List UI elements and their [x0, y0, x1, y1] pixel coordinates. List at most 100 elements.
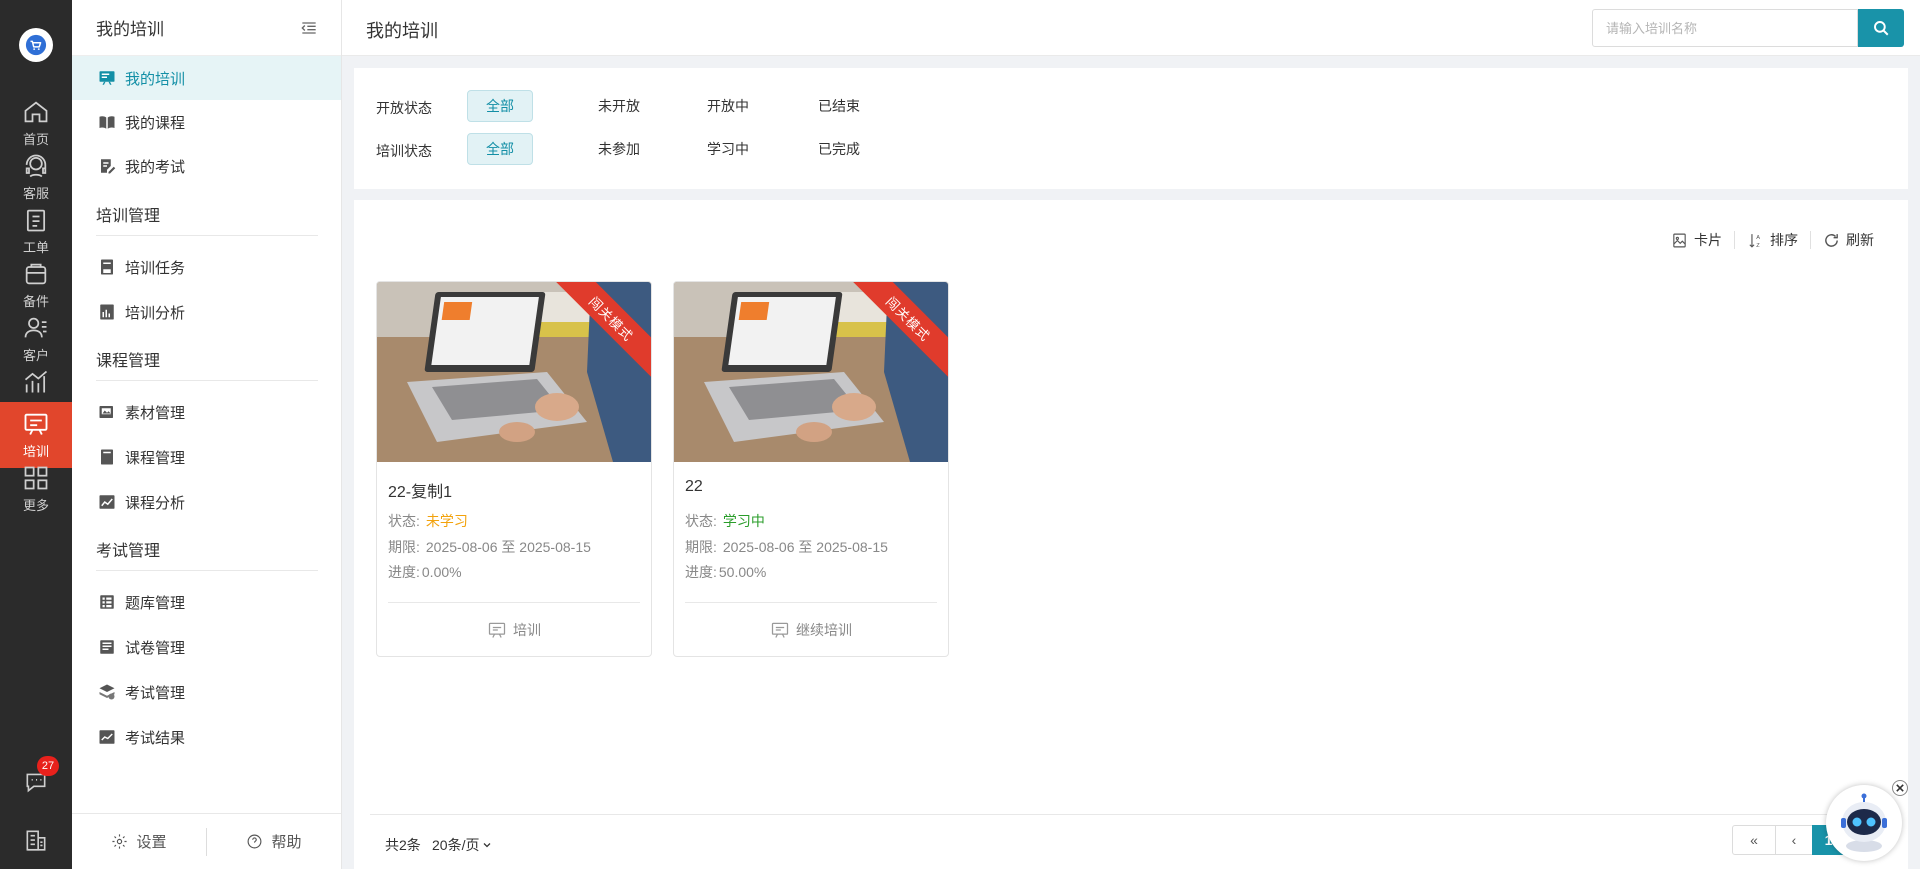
sidebar-item-my-training[interactable]: 我的培训 [72, 56, 341, 100]
sidebar-item-exam-mgmt[interactable]: 考试管理 [72, 670, 341, 714]
training-progress-line: 进度: 0.00% [388, 562, 462, 582]
sidebar-item-label: 素材管理 [125, 404, 186, 422]
toolbar-divider [1810, 231, 1811, 249]
training-card[interactable]: 闯关模式 22-复制1 状态: 未学习 期限: 2025-08-06 至 2025-… [376, 281, 652, 657]
ai-assistant-button[interactable] [1826, 785, 1902, 861]
image-icon [1673, 233, 1686, 247]
period-value: 2025-08-06 至 2025-08-15 [425, 539, 591, 555]
filter-open-not-open[interactable]: 未开放 [596, 90, 642, 122]
progress-value: 50.00% [718, 564, 767, 580]
first-page-button[interactable]: « [1732, 825, 1776, 855]
period-label: 期限: [685, 539, 717, 555]
presentation-icon [771, 622, 789, 638]
settings-label: 设置 [136, 834, 167, 851]
collapse-menu-icon[interactable] [299, 18, 319, 38]
gear-icon [112, 834, 128, 849]
search-input[interactable] [1592, 9, 1858, 47]
refresh-label: 刷新 [1846, 232, 1874, 248]
svg-text:A: A [1756, 235, 1760, 241]
refresh-button[interactable]: 刷新 [1815, 230, 1882, 250]
start-training-button[interactable]: 培训 [377, 615, 651, 645]
total-count: 共2条 [385, 837, 421, 853]
sidebar-item-training-analysis[interactable]: 培训分析 [72, 290, 341, 334]
action-label: 培训 [513, 622, 541, 638]
progress-value: 0.00% [421, 564, 462, 580]
filter-train-all[interactable]: 全部 [467, 133, 533, 165]
training-title: 22-复制1 [388, 484, 453, 501]
rail-messages-button[interactable]: 27 [0, 756, 72, 802]
sidebar-item-label: 考试结果 [125, 729, 186, 747]
sidebar-title: 我的培训 [96, 20, 164, 39]
search-button[interactable] [1858, 9, 1904, 47]
rail-item-more[interactable]: 更多 [0, 456, 72, 522]
progress-label: 进度: [685, 564, 717, 580]
period-value: 2025-08-06 至 2025-08-15 [722, 539, 888, 555]
training-status-line: 状态: 学习中 [685, 511, 765, 531]
bar-chart-icon [24, 370, 48, 393]
box-icon [25, 263, 47, 285]
sidebar-item-label: 我的考试 [125, 158, 186, 176]
page-title: 我的培训 [366, 21, 438, 41]
trend-chart-icon [99, 495, 115, 509]
sidebar-item-paper-mgmt[interactable]: 试卷管理 [72, 625, 341, 669]
training-card[interactable]: 闯关模式 22 状态: 学习中 期限: 2025-08-06 至 2025-08-1… [673, 281, 949, 657]
main-nav-rail: 首页 客服 工单 备件 客户 报表 培训 更多 27 [0, 0, 72, 869]
close-icon [1896, 784, 1904, 792]
sidebar-item-course-analysis[interactable]: 课程分析 [72, 480, 341, 524]
training-progress-line: 进度: 50.00% [685, 562, 766, 582]
svg-text:Z: Z [1756, 242, 1760, 248]
chevron-down-icon [484, 843, 491, 848]
card-view-button[interactable]: 卡片 [1663, 230, 1730, 250]
sidebar-item-label: 试卷管理 [125, 639, 186, 657]
sidebar-item-exam-results[interactable]: 考试结果 [72, 715, 341, 759]
exam-edit-icon [101, 159, 116, 174]
refresh-icon [1825, 233, 1838, 247]
training-status-line: 状态: 未学习 [388, 511, 468, 531]
analysis-icon [100, 304, 114, 320]
sidebar-item-label: 培训任务 [125, 259, 186, 277]
sidebar-item-material-mgmt[interactable]: 素材管理 [72, 390, 341, 434]
sidebar-item-course-mgmt[interactable]: 课程管理 [72, 435, 341, 479]
training-period-line: 期限: 2025-08-06 至 2025-08-15 [685, 537, 888, 557]
card-view-label: 卡片 [1694, 232, 1722, 248]
continue-training-button[interactable]: 继续培训 [674, 615, 948, 645]
status-value: 学习中 [722, 513, 765, 529]
filter-train-learning[interactable]: 学习中 [705, 133, 751, 165]
sort-button[interactable]: AZ 排序 [1739, 230, 1806, 250]
sidebar-item-question-bank[interactable]: 题库管理 [72, 580, 341, 624]
period-label: 期限: [388, 539, 420, 555]
sidebar-item-my-exams[interactable]: 我的考试 [72, 144, 341, 188]
pagination-bar: 共2条 20条/页 « ‹ 1 › [370, 814, 1892, 869]
filter-train-done[interactable]: 已完成 [816, 133, 862, 165]
sidebar-item-my-courses[interactable]: 我的课程 [72, 100, 341, 144]
filter-open-all[interactable]: 全部 [467, 90, 533, 122]
book-icon [99, 116, 115, 129]
filter-panel: 开放状态 全部 未开放 开放中 已结束 培训状态 全部 未参加 学习中 已完成 [354, 68, 1908, 189]
filter-open-ended[interactable]: 已结束 [816, 90, 862, 122]
page-size-select[interactable]: 20条/页 [432, 835, 493, 855]
filter-train-not-joined[interactable]: 未参加 [596, 133, 642, 165]
prev-page-button[interactable]: ‹ [1775, 825, 1813, 855]
training-title: 22 [685, 478, 703, 495]
filter-row-training-status: 培训状态 全部 未参加 学习中 已完成 [354, 133, 1908, 165]
home-icon [24, 101, 48, 123]
help-button[interactable]: 帮助 [207, 831, 341, 852]
help-circle-icon [248, 834, 262, 849]
rail-company-button[interactable] [0, 820, 72, 860]
sidebar-item-training-tasks[interactable]: 培训任务 [72, 245, 341, 289]
clipboard-icon [26, 209, 46, 232]
page-header: 我的培训 [342, 0, 1920, 56]
search-icon [1874, 21, 1889, 36]
robot-icon [1841, 793, 1887, 852]
question-bank-icon [100, 595, 114, 609]
training-cover-image: 闯关模式 [674, 282, 948, 462]
filter-open-open[interactable]: 开放中 [705, 90, 751, 122]
message-count-badge: 27 [37, 756, 59, 776]
app-logo[interactable] [19, 28, 53, 62]
sidebar-group-training-mgmt: 培训管理 [96, 192, 318, 236]
building-icon [26, 830, 46, 851]
settings-button[interactable]: 设置 [72, 831, 206, 852]
close-assistant-button[interactable] [1892, 780, 1908, 796]
material-icon [99, 406, 113, 418]
sidebar-group-course-mgmt: 课程管理 [96, 337, 318, 381]
